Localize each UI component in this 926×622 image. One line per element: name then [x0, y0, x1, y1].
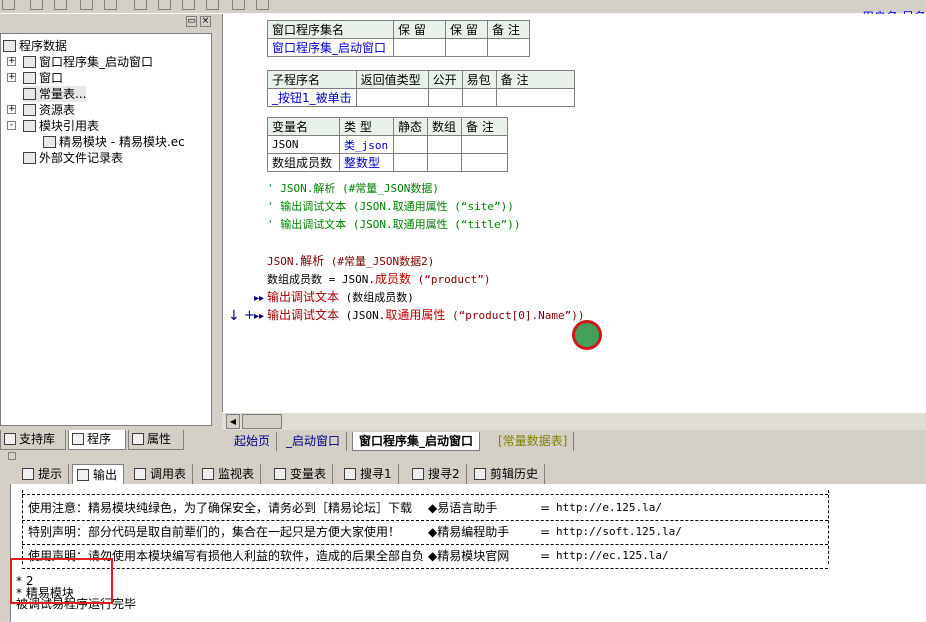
file-icon [43, 136, 56, 148]
resources-icon [23, 104, 36, 116]
code-comment[interactable]: ' 输出调试文本 (JSON.取通用属性 (“title”)) [267, 216, 520, 234]
constants-icon [23, 88, 36, 100]
tab-search1[interactable]: 搜寻1 [340, 464, 399, 484]
program-icon [72, 433, 84, 445]
output-panel-header [0, 452, 926, 462]
toolbar-icon[interactable] [256, 0, 269, 10]
project-panel-header: ▭ × [0, 14, 216, 32]
code-line[interactable]: 数组成员数 = JSON.成员数 (“product”) [267, 270, 490, 288]
code-line[interactable]: 输出调试文本 (数组成员数) [267, 288, 414, 306]
module-icon [23, 120, 36, 132]
toolbar-icon[interactable] [158, 0, 171, 10]
expand-icon[interactable]: + [7, 57, 16, 66]
search-icon [202, 468, 214, 480]
tab-assembly[interactable]: 窗口程序集_启动窗口 [352, 432, 481, 451]
tab-output[interactable]: 输出 [72, 464, 125, 484]
toolbar-icon[interactable] [104, 0, 117, 10]
tree-item-external-files[interactable]: 外部文件记录表 [23, 150, 123, 166]
breakpoint-arrow-icon: ▸▸ [254, 311, 265, 322]
code-comment[interactable]: ' JSON.解析 (#常量_JSON数据) [267, 180, 439, 198]
tree-root[interactable]: 程序数据 [3, 38, 67, 54]
tree-scrollbar[interactable] [212, 33, 216, 426]
assembly-table: 窗口程序集名 保 留 保 留 备 注 窗口程序集_启动窗口 [267, 20, 530, 57]
divider [22, 490, 23, 564]
breakpoint-arrow-icon: ▸▸ [254, 293, 265, 304]
current-line-arrow-icon: ↓ [228, 308, 240, 324]
close-icon[interactable] [8, 452, 16, 460]
code-line[interactable]: JSON.解析 (#常量_JSON数据2) [267, 252, 434, 270]
toolbar-icon[interactable] [182, 0, 195, 10]
divider [22, 494, 828, 495]
tree-item-assembly[interactable]: + 窗口程序集_启动窗口 [7, 54, 153, 70]
call-stack-icon [134, 468, 146, 480]
editor-gutter [222, 14, 242, 412]
assembly-icon [23, 56, 36, 68]
variable-row[interactable]: JSON 类_json [267, 135, 508, 154]
restore-icon[interactable]: ▭ [186, 16, 197, 27]
tab-search2[interactable]: 搜寻2 [408, 464, 467, 484]
properties-icon [132, 433, 144, 445]
tree-item-resources[interactable]: + 资源表 [7, 102, 75, 118]
database-icon [3, 40, 16, 52]
scroll-left-icon[interactable]: ◀ [226, 414, 240, 429]
tab-clip-history[interactable]: 剪辑历史 [470, 464, 546, 484]
collapse-icon[interactable]: - [7, 121, 16, 130]
variable-row[interactable]: 数组成员数 整数型 [267, 153, 508, 172]
expand-icon[interactable]: + [7, 105, 16, 114]
tab-watch[interactable]: 监视表 [198, 464, 262, 484]
divider [22, 568, 828, 569]
hint-icon [22, 468, 34, 480]
assembly-name-cell[interactable]: 窗口程序集_启动窗口 [267, 38, 394, 57]
search-icon [412, 468, 424, 480]
code-line-current[interactable]: 输出调试文本 (JSON.取通用属性 (“product[0].Name”)) [267, 306, 584, 324]
tab-program[interactable]: 程序 [68, 430, 126, 450]
output-icon [77, 469, 89, 481]
library-icon [4, 433, 16, 445]
left-tab-bar: 支持库 程序 属性 [0, 430, 216, 450]
subroutine-name-cell[interactable]: _按钮1_被单击 [267, 88, 357, 107]
tab-start-page[interactable]: 起始页 [228, 432, 278, 451]
tab-constants[interactable]: [常量数据表] [492, 432, 575, 451]
toolbar-icon[interactable] [80, 0, 93, 10]
editor-tab-bar: 起始页 _启动窗口 窗口程序集_启动窗口 [常量数据表] [222, 432, 926, 452]
tab-support-lib[interactable]: 支持库 [0, 430, 66, 450]
divider [828, 490, 829, 564]
toolbar-icon[interactable] [2, 0, 15, 10]
close-icon[interactable]: × [200, 16, 211, 27]
expand-icon[interactable]: + [7, 73, 16, 82]
scroll-thumb[interactable] [242, 414, 282, 429]
tab-hints[interactable]: 提示 [18, 464, 70, 484]
tree-item-module-refs[interactable]: - 模块引用表 [7, 118, 99, 134]
mouse-cursor-icon [572, 320, 602, 350]
highlight-box [10, 558, 113, 604]
search-icon [344, 468, 356, 480]
tab-variables[interactable]: 变量表 [270, 464, 334, 484]
tab-properties[interactable]: 属性 [128, 430, 184, 450]
toolbar-icon[interactable] [232, 0, 245, 10]
toolbar-icon[interactable] [30, 0, 43, 10]
subroutine-table: 子程序名 返回值类型 公开 易包 备 注 _按钮1_被单击 [267, 70, 575, 107]
window-icon [23, 72, 36, 84]
variables-icon [274, 468, 286, 480]
toolbar-icon[interactable] [54, 0, 67, 10]
toolbar-icon[interactable] [134, 0, 147, 10]
output-tab-bar: 提示 输出 调用表 监视表 变量表 搜寻1 搜寻2 剪辑历史 [0, 462, 926, 484]
variable-table: 变量名 类 型 静态 数组 备 注 JSON 类_json 数组成员数 整数型 [267, 117, 508, 172]
tree-item-constants[interactable]: 常量表... [23, 86, 87, 102]
clipboard-icon [474, 468, 486, 480]
code-comment[interactable]: ' 输出调试文本 (JSON.取通用属性 (“site”)) [267, 198, 514, 216]
tree-item-module-file[interactable]: 精易模块 - 精易模块.ec [43, 134, 185, 150]
tab-call-stack[interactable]: 调用表 [130, 464, 194, 484]
editor-horizontal-scrollbar[interactable]: ◀ [222, 412, 926, 430]
tab-start-window[interactable]: _启动窗口 [280, 432, 348, 451]
file-icon [23, 152, 36, 164]
toolbar [0, 0, 926, 14]
tree-item-window[interactable]: + 窗口 [7, 70, 63, 86]
toolbar-icon[interactable] [206, 0, 219, 10]
project-tree: 程序数据 + 窗口程序集_启动窗口 + 窗口 常量表... + 资源表 - 模块… [0, 33, 212, 426]
